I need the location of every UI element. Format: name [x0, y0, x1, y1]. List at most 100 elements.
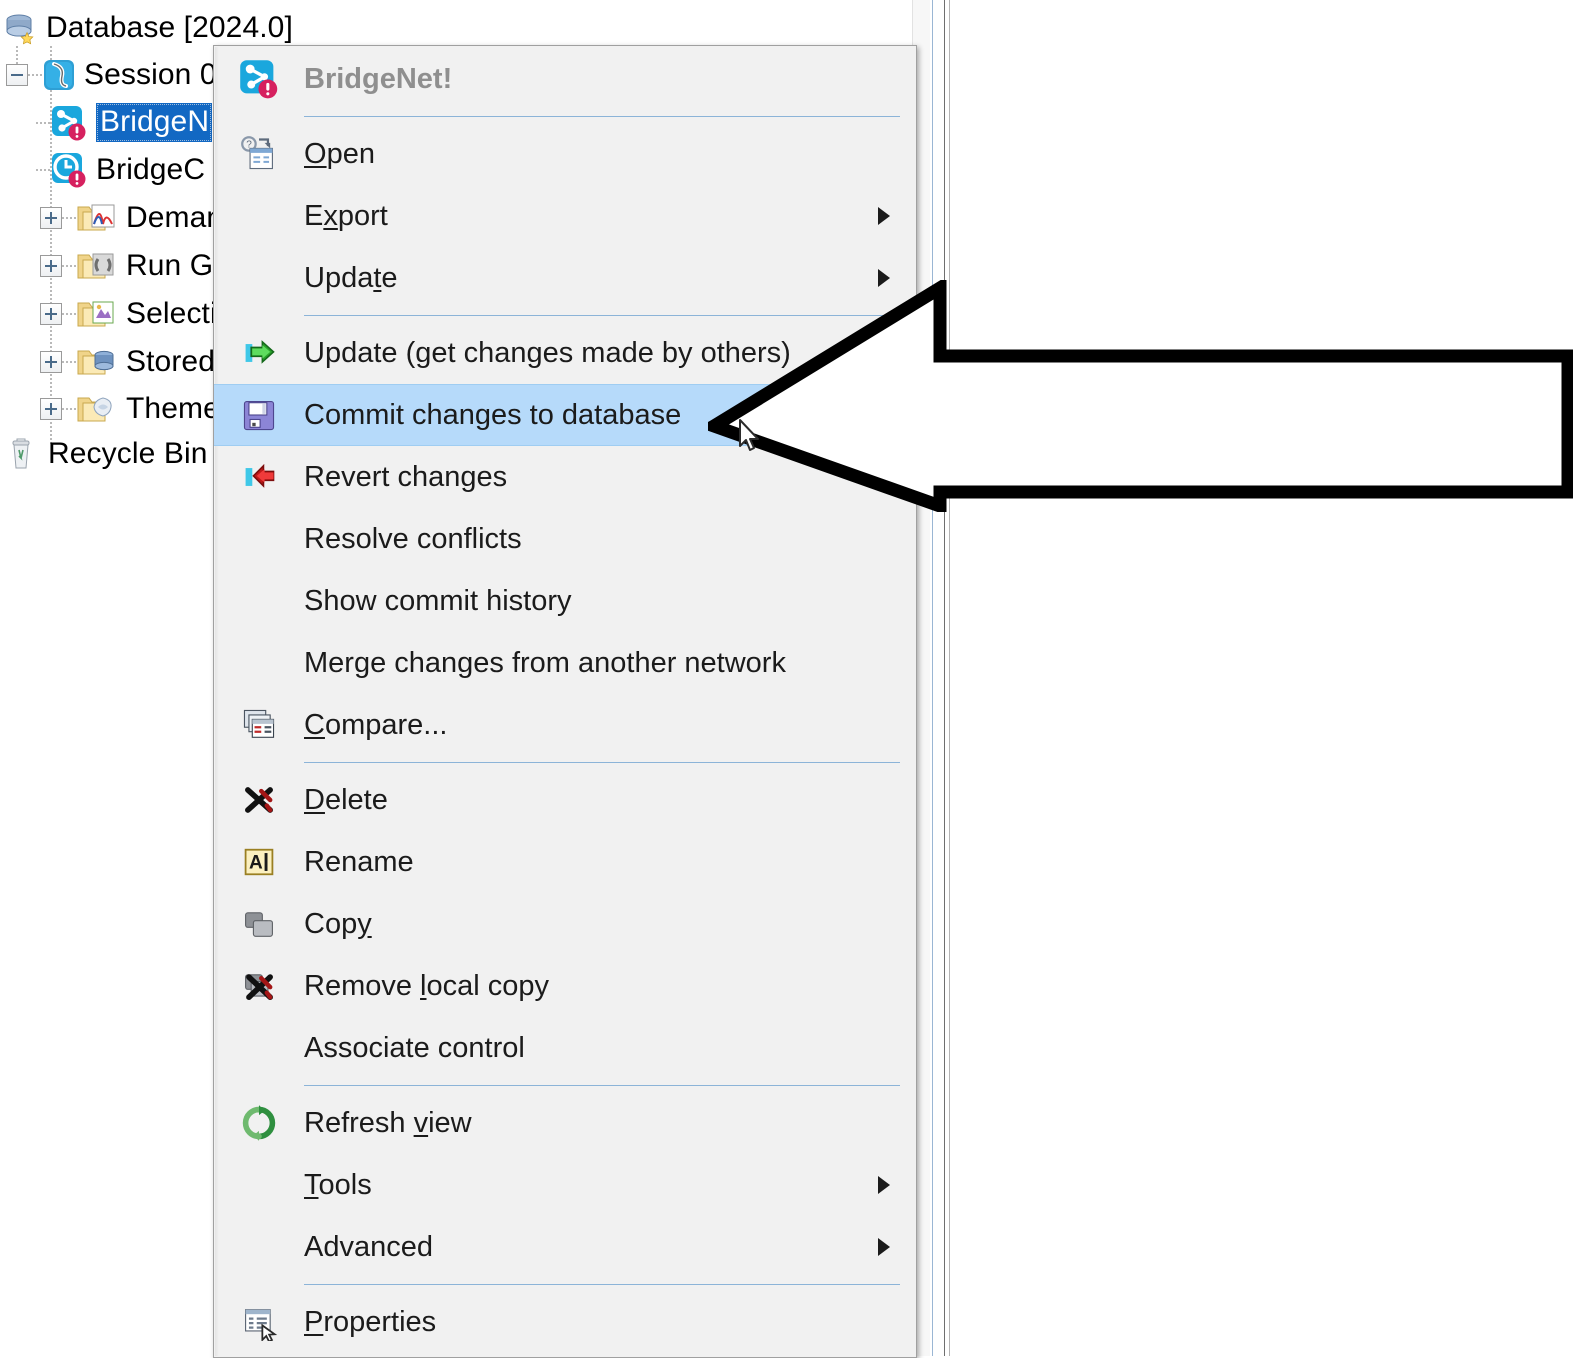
bridgenet-icon	[214, 58, 304, 100]
tree-item-label: Run Gr	[126, 248, 224, 282]
menu-item-resolve-conflicts[interactable]: Resolve conflicts	[214, 508, 916, 570]
tree-item-theme[interactable]: Theme	[40, 385, 220, 432]
context-menu-header-label: BridgeNet!	[304, 62, 453, 95]
update-green-arrow-icon	[214, 334, 304, 372]
menu-item-copy[interactable]: Copy	[214, 893, 916, 955]
tree-connector-stub	[62, 312, 76, 315]
menu-item-rename-label: Rename	[304, 845, 414, 878]
bridgeclock-icon	[50, 151, 88, 189]
menu-item-remove-local-copy[interactable]: Remove local copy	[214, 955, 916, 1017]
tree-connector-stub	[62, 407, 76, 410]
session-network-icon	[42, 58, 76, 92]
menu-item-update[interactable]: Update	[214, 247, 916, 309]
selection-folder-icon	[76, 297, 118, 331]
pane-divider-line	[932, 0, 933, 1356]
compare-windows-icon	[214, 706, 304, 744]
menu-item-refresh-view[interactable]: Refresh view	[214, 1092, 916, 1154]
tree-connector-stub	[36, 121, 50, 124]
database-icon	[4, 11, 38, 45]
menu-item-commit-changes-label: Commit changes to database	[304, 398, 682, 431]
menu-item-open[interactable]: ? Open	[214, 123, 916, 185]
mouse-cursor	[738, 418, 764, 456]
menu-separator	[304, 1284, 900, 1285]
menu-item-update-label: Update	[304, 261, 398, 294]
delete-x-icon	[214, 781, 304, 819]
menu-item-tools[interactable]: Tools	[214, 1154, 916, 1216]
tree-expander-collapse[interactable]	[6, 63, 28, 86]
menu-item-compare-label: Compare...	[304, 708, 448, 741]
menu-item-merge-changes-label: Merge changes from another network	[304, 646, 786, 679]
menu-item-show-commit-history-label: Show commit history	[304, 584, 572, 617]
properties-icon	[214, 1303, 304, 1341]
chevron-right-icon	[878, 1238, 890, 1256]
tree-item-run-group[interactable]: Run Gr	[40, 242, 223, 289]
menu-item-open-label: Open	[304, 137, 375, 170]
tree-item-label: Stored	[126, 344, 215, 378]
demand-folder-icon	[76, 201, 118, 235]
tree-expander-expand[interactable]	[40, 350, 62, 373]
menu-item-merge-changes[interactable]: Merge changes from another network	[214, 632, 916, 694]
tree-item-bridgenet[interactable]: BridgeN	[36, 99, 213, 146]
tree-item-label: Deman	[126, 200, 224, 234]
menu-item-refresh-view-label: Refresh view	[304, 1106, 472, 1139]
menu-item-properties[interactable]: Properties	[214, 1291, 916, 1353]
tree-item-label: Theme	[126, 391, 220, 425]
menu-item-commit-changes[interactable]: Commit changes to database	[214, 384, 916, 446]
theme-folder-icon	[76, 392, 118, 426]
tree-item-bridgeclock[interactable]: BridgeC	[36, 146, 205, 193]
menu-separator	[304, 315, 900, 316]
tree-item-label: Session 04	[84, 57, 234, 91]
menu-item-resolve-conflicts-label: Resolve conflicts	[304, 522, 522, 555]
menu-item-update-get-changes-label: Update (get changes made by others)	[304, 336, 791, 369]
tree-connector-stub	[62, 360, 76, 363]
pane-divider-line-outer	[949, 0, 950, 1356]
open-icon: ?	[214, 135, 304, 173]
menu-item-copy-label: Copy	[304, 907, 372, 940]
tree-item-demand[interactable]: Deman	[40, 194, 223, 241]
tree-connector-stub	[62, 216, 76, 219]
run-group-folder-icon	[76, 249, 118, 283]
tree-item-label: Recycle Bin	[48, 436, 208, 470]
menu-item-export[interactable]: Export	[214, 185, 916, 247]
tree-item-stored[interactable]: Stored	[40, 338, 215, 385]
tree-expander-expand[interactable]	[40, 397, 62, 420]
menu-item-associate-control[interactable]: Associate control	[214, 1017, 916, 1079]
remove-local-copy-icon	[214, 967, 304, 1005]
tree-connector-stub	[36, 168, 50, 171]
menu-item-show-commit-history[interactable]: Show commit history	[214, 570, 916, 632]
refresh-icon	[214, 1104, 304, 1142]
menu-separator	[304, 762, 900, 763]
tree-item-database[interactable]: Database [2024.0]	[4, 4, 293, 51]
menu-item-compare[interactable]: Compare...	[214, 694, 916, 756]
menu-item-revert-changes[interactable]: Revert changes	[214, 446, 916, 508]
menu-item-update-get-changes[interactable]: Update (get changes made by others)	[214, 322, 916, 384]
menu-item-tools-label: Tools	[304, 1168, 372, 1201]
tree-connector-stub	[62, 264, 76, 267]
copy-icon	[214, 905, 304, 943]
pane-divider-line-inner	[944, 0, 945, 1356]
menu-item-advanced[interactable]: Advanced	[214, 1216, 916, 1278]
menu-item-advanced-label: Advanced	[304, 1230, 433, 1263]
tree-expander-expand[interactable]	[40, 206, 62, 229]
menu-item-export-label: Export	[304, 199, 388, 232]
save-floppy-icon	[214, 396, 304, 434]
tree-item-label: BridgeC	[96, 152, 206, 186]
tree-expander-expand[interactable]	[40, 302, 62, 325]
document-pane	[930, 0, 1573, 1356]
context-menu-header: BridgeNet!	[214, 48, 916, 110]
tree-item-selection[interactable]: Selectio	[40, 290, 234, 337]
stored-folder-icon	[76, 345, 118, 379]
tree-item-label: Database [2024.0]	[46, 10, 293, 44]
context-menu[interactable]: BridgeNet! ? Open Export Update Update (…	[213, 45, 917, 1358]
menu-separator	[304, 116, 900, 117]
menu-item-rename[interactable]: A Rename	[214, 831, 916, 893]
chevron-right-icon	[878, 269, 890, 287]
tree-expander-expand[interactable]	[40, 254, 62, 277]
menu-item-properties-label: Properties	[304, 1305, 437, 1338]
tree-item-session[interactable]: Session 04	[6, 51, 233, 98]
menu-item-delete[interactable]: Delete	[214, 769, 916, 831]
menu-item-revert-changes-label: Revert changes	[304, 460, 508, 493]
tree-item-recycle-bin[interactable]: Recycle Bin	[6, 430, 208, 477]
rename-ab-icon: A	[214, 843, 304, 881]
revert-red-arrow-icon	[214, 458, 304, 496]
